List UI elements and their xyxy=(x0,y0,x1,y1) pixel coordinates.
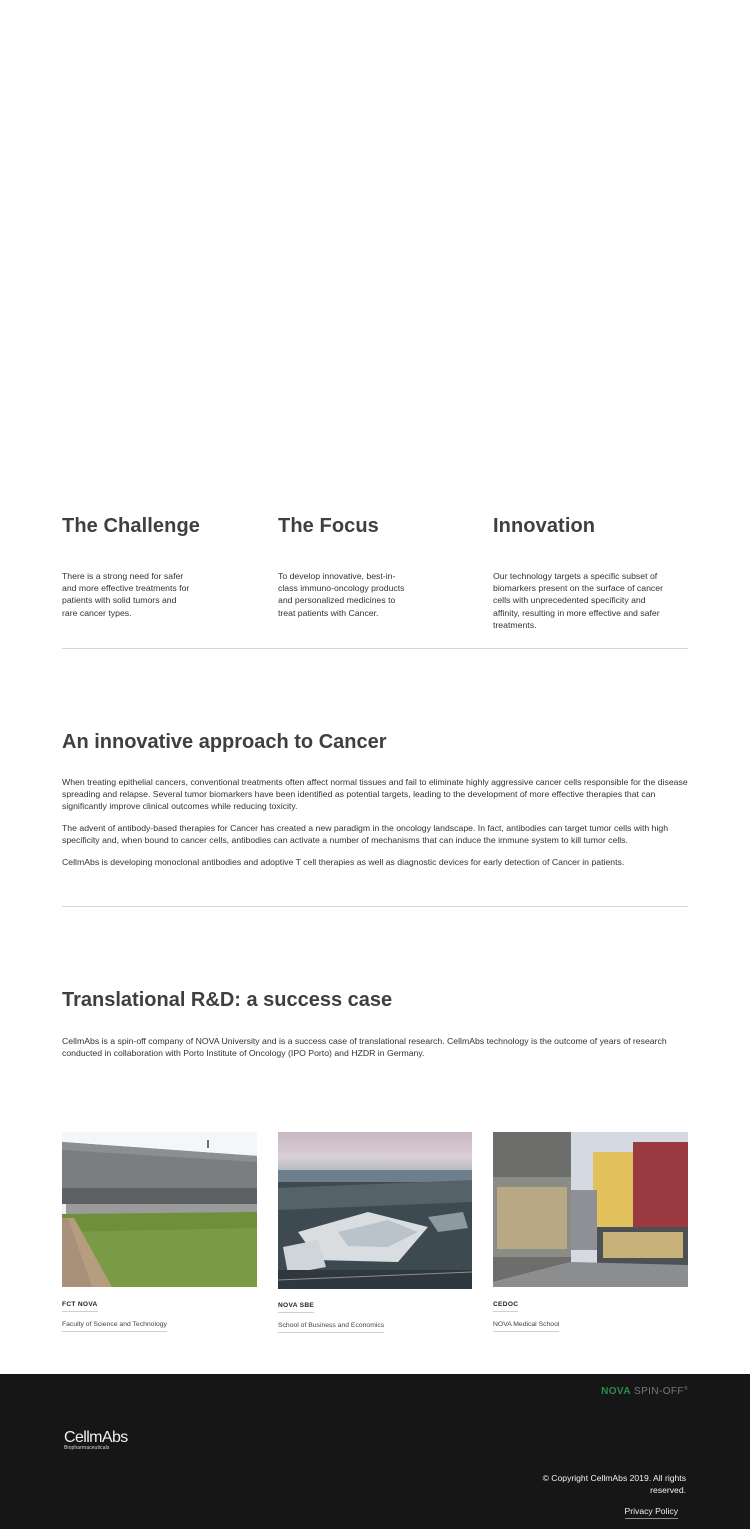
nova-sbe-photo[interactable] xyxy=(278,1132,473,1289)
translational-body: CellmAbs is a spin-off company of NOVA U… xyxy=(62,1035,690,1069)
pillar-text: Our technology targets a specific subset… xyxy=(493,571,663,630)
footer: NOVA SPIN-OFF® CellmAbs Biopharmaceutica… xyxy=(0,1374,750,1529)
approach-paragraph: CellmAbs is developing monoclonal antibo… xyxy=(62,857,625,867)
privacy-policy-link[interactable]: Privacy Policy xyxy=(624,1506,678,1519)
translational-paragraph: CellmAbs is a spin-off company of NOVA U… xyxy=(62,1036,667,1058)
pillar-text: There is a strong need for safer and mor… xyxy=(62,571,190,618)
divider xyxy=(62,648,688,649)
cellmabs-logo[interactable]: CellmAbs Biopharmaceuticals xyxy=(64,1429,128,1452)
nova-spinoff-logo: NOVA SPIN-OFF® xyxy=(601,1386,688,1397)
copyright-text: © Copyright CellmAbs 2019. All rights re… xyxy=(542,1473,686,1496)
pillar-title: The Focus xyxy=(278,515,379,537)
approach-paragraph: The advent of antibody-based therapies f… xyxy=(62,823,669,845)
approach-body: When treating epithelial cancers, conven… xyxy=(62,776,690,878)
pillar-text: To develop innovative, best-in- class im… xyxy=(278,571,405,618)
cedoc-photo[interactable] xyxy=(493,1132,688,1287)
fct-nova-photo[interactable] xyxy=(62,1132,257,1287)
pillar-title: The Challenge xyxy=(62,515,200,537)
partner-subtitle[interactable]: NOVA Medical School xyxy=(493,1321,560,1332)
partner-name[interactable]: FCT NOVA xyxy=(62,1301,98,1312)
nova-text: NOVA xyxy=(601,1386,631,1397)
partner-name[interactable]: NOVA SBE xyxy=(278,1302,315,1313)
registered-mark: ® xyxy=(683,1386,688,1392)
hero-area xyxy=(0,0,750,470)
partner-subtitle[interactable]: School of Business and Economics xyxy=(278,1322,385,1333)
logo-wordmark: CellmAbs xyxy=(64,1429,128,1446)
partner-name[interactable]: CEDOC xyxy=(493,1301,519,1312)
spinoff-text: SPIN-OFF xyxy=(634,1386,684,1397)
pillar-innovation: Innovation Our technology targets a spec… xyxy=(493,515,693,631)
pillar-challenge: The Challenge There is a strong need for… xyxy=(62,515,212,619)
partner-subtitle[interactable]: Faculty of Science and Technology xyxy=(62,1321,167,1332)
pillar-focus: The Focus To develop innovative, best-in… xyxy=(278,515,428,619)
pillar-title: Innovation xyxy=(493,515,596,537)
approach-paragraph: When treating epithelial cancers, conven… xyxy=(62,777,688,811)
translational-title: Translational R&D: a success case xyxy=(62,989,393,1011)
divider xyxy=(62,906,688,907)
approach-title: An innovative approach to Cancer xyxy=(62,731,387,753)
